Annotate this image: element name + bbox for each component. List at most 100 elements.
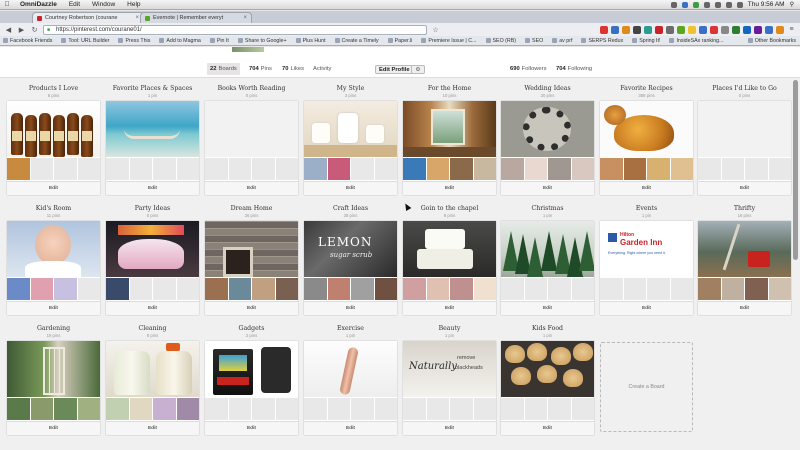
board-card[interactable]: Edit (304, 341, 397, 435)
board-thumbnail[interactable] (77, 158, 100, 180)
board-card[interactable]: Edit (501, 341, 594, 435)
board-thumbnail[interactable] (524, 398, 547, 420)
board-thumbnail[interactable] (501, 398, 524, 420)
extension-icon[interactable] (666, 25, 674, 34)
board-cover-image[interactable] (7, 101, 100, 157)
board[interactable]: Events 1 pin Hilton Garden Inn Everything. R… (600, 205, 693, 315)
bookmark-item[interactable]: SEO (525, 38, 543, 44)
board-card[interactable]: Edit (698, 101, 791, 195)
board-cover-image[interactable] (501, 341, 594, 397)
board-title[interactable]: Exercise (304, 325, 397, 332)
board-thumbnail[interactable] (106, 398, 129, 420)
board-thumbnail[interactable] (304, 398, 327, 420)
board-cover-image[interactable] (698, 101, 791, 157)
close-tab-icon[interactable]: × (240, 15, 247, 21)
board-thumbnail[interactable] (768, 158, 791, 180)
board-cover-image[interactable] (106, 221, 199, 277)
bookmark-item[interactable]: Add to Magma (159, 38, 201, 44)
board-thumbnail[interactable] (252, 398, 275, 420)
board-thumbnail[interactable] (473, 278, 496, 300)
extension-icon[interactable] (721, 25, 729, 34)
bookmark-item[interactable]: Facebook Friends (3, 38, 52, 44)
bookmark-item[interactable]: SEO (RB) (485, 38, 516, 44)
board-cover-image[interactable]: Hilton Garden Inn Everything. Right where … (600, 221, 693, 277)
board-thumbnail[interactable] (205, 158, 228, 180)
board-card[interactable]: Edit (7, 101, 100, 195)
board-cover-image[interactable] (403, 101, 496, 157)
board[interactable]: Party Ideas 0 pins Edit (106, 205, 199, 315)
board-thumbnail[interactable] (228, 398, 251, 420)
board-thumbnail[interactable] (129, 398, 152, 420)
board-thumbnail[interactable] (571, 398, 594, 420)
tab-pinterest[interactable]: Courtney Robertson (courane × (32, 12, 144, 23)
board-thumbnail[interactable] (54, 398, 77, 420)
board-card[interactable]: Edit (403, 101, 496, 195)
board-title[interactable]: Favorite Recipes (600, 85, 693, 92)
board-title[interactable]: Kid's Room (7, 205, 100, 212)
board-title[interactable]: Wedding Ideas (501, 85, 594, 92)
board-thumbnail[interactable] (426, 398, 449, 420)
create-board-button[interactable]: Create a Board (600, 342, 693, 432)
extension-icon[interactable] (776, 25, 784, 34)
board-thumbnail[interactable] (106, 158, 129, 180)
board-title[interactable]: Gardening (7, 325, 100, 332)
board-thumbnail[interactable] (721, 158, 744, 180)
board[interactable]: Goin to the chapel 8 pins Edit (403, 205, 496, 315)
board-thumbnail[interactable] (252, 158, 275, 180)
bookmark-other[interactable]: Other Bookmarks (747, 38, 796, 44)
board-thumbnail[interactable] (473, 158, 496, 180)
board-thumbnail[interactable] (129, 278, 152, 300)
board-cover-image[interactable] (7, 221, 100, 277)
board-thumbnail[interactable] (721, 278, 744, 300)
edit-board-button[interactable]: Edit (205, 421, 298, 435)
board-thumbnail[interactable] (403, 158, 426, 180)
board-title[interactable]: My Style (304, 85, 397, 92)
board-thumbnail[interactable] (524, 158, 547, 180)
board-thumbnail[interactable] (450, 278, 473, 300)
board-thumbnail[interactable] (153, 398, 176, 420)
board-cover-image[interactable] (304, 101, 397, 157)
edit-board-button[interactable]: Edit (7, 301, 100, 315)
board-cover-image[interactable] (304, 341, 397, 397)
board-thumbnail[interactable] (228, 278, 251, 300)
edit-board-button[interactable]: Edit (501, 301, 594, 315)
board-thumbnail[interactable] (176, 158, 199, 180)
status-app-icon[interactable] (670, 1, 677, 8)
board[interactable]: Cleaning 8 pins Edit (106, 325, 199, 435)
tab-evernote[interactable]: Evernote | Remember everyt × (140, 12, 252, 23)
board-thumbnail[interactable] (54, 278, 77, 300)
board-thumbnail[interactable] (647, 278, 670, 300)
bookmark-item[interactable]: Premiere Issue | C... (421, 38, 477, 44)
board-title[interactable]: Events (600, 205, 693, 212)
bookmark-item[interactable]: Plus Hunt (295, 38, 326, 44)
spotlight-icon[interactable]: ⚲ (790, 1, 794, 8)
edit-board-button[interactable]: Edit (403, 421, 496, 435)
board-card[interactable]: LEMON sugar scrub Edit (304, 221, 397, 315)
board-thumbnail[interactable] (77, 398, 100, 420)
bluetooth-icon[interactable] (703, 1, 710, 8)
board[interactable]: Favorite Places & Spaces 1 pin Edit (106, 85, 199, 195)
board-cover-image[interactable] (205, 341, 298, 397)
board-card[interactable]: Edit (205, 341, 298, 435)
board-thumbnail[interactable] (745, 278, 768, 300)
tab-boards[interactable]: 22 Boards (207, 63, 240, 75)
board-thumbnail[interactable] (77, 278, 100, 300)
board-thumbnail[interactable] (275, 158, 298, 180)
edit-board-button[interactable]: Edit (403, 301, 496, 315)
edit-board-button[interactable]: Edit (106, 301, 199, 315)
board-cover-image[interactable] (7, 341, 100, 397)
board-thumbnail[interactable] (30, 278, 53, 300)
edit-board-button[interactable]: Edit (304, 421, 397, 435)
menu-edit[interactable]: Edit (63, 1, 86, 8)
board[interactable]: Products I Love 6 pins Edit (7, 85, 100, 195)
board-thumbnail[interactable] (7, 158, 30, 180)
board-title[interactable]: For the Home (403, 85, 496, 92)
bookmark-item[interactable]: Pin It (209, 38, 229, 44)
edit-board-button[interactable]: Edit (600, 301, 693, 315)
board-thumbnail[interactable] (548, 158, 571, 180)
board-title[interactable]: Kids Food (501, 325, 594, 332)
bookmark-item[interactable]: Tool: URL Builder (61, 38, 109, 44)
board[interactable]: Books Worth Reading 0 pins Edit (205, 85, 298, 195)
board-thumbnail[interactable] (327, 398, 350, 420)
board-thumbnail[interactable] (473, 398, 496, 420)
